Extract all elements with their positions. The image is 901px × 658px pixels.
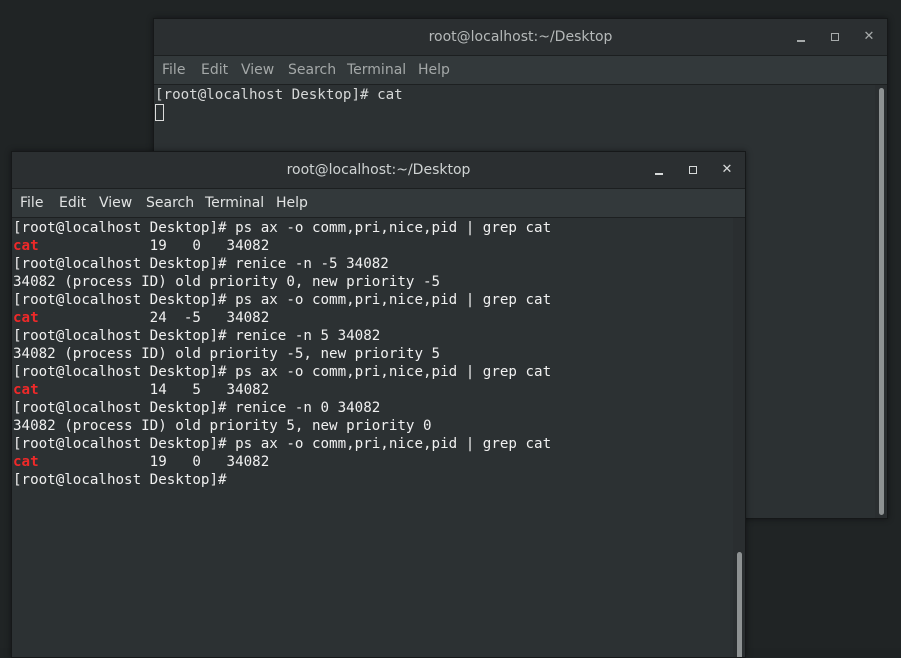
scrollbar-thumb[interactable] — [879, 88, 884, 515]
terminal-line: [root@localhost Desktop]# renice -n 5 34… — [13, 327, 380, 345]
scrollbar-thumb[interactable] — [737, 552, 742, 657]
line-text: [root@localhost Desktop]# — [13, 472, 236, 488]
terminal-line: 34082 (process ID) old priority -5, new … — [13, 345, 440, 363]
title-bar[interactable]: root@localhost:~/Desktop ✕ — [12, 152, 745, 189]
terminal-line: [root@localhost Desktop]# ps ax -o comm,… — [13, 291, 551, 309]
terminal-line: [root@localhost Desktop]# ps ax -o comm,… — [13, 219, 551, 237]
terminal-line: 34082 (process ID) old priority 5, new p… — [13, 417, 432, 435]
terminal-line: [root@localhost Desktop]# renice -n 0 34… — [13, 399, 380, 417]
line-text: [root@localhost Desktop]# renice -n -5 3… — [13, 256, 389, 272]
terminal-line: [root@localhost Desktop]# renice -n -5 3… — [13, 255, 389, 273]
minimize-icon[interactable] — [792, 28, 810, 46]
line-text: 24 -5 34082 — [38, 310, 270, 326]
terminal-line: [root@localhost Desktop]# ps ax -o comm,… — [13, 363, 551, 381]
line-text: 14 5 34082 — [38, 382, 270, 398]
terminal-line: [root@localhost Desktop]# cat — [155, 87, 403, 103]
highlight-match: cat — [13, 238, 39, 254]
close-icon[interactable]: ✕ — [718, 161, 736, 179]
menu-edit[interactable]: Edit — [201, 56, 228, 84]
line-text: [root@localhost Desktop]# ps ax -o comm,… — [13, 220, 552, 236]
menu-view[interactable]: View — [241, 56, 274, 84]
menu-file[interactable]: File — [20, 189, 43, 217]
menu-edit[interactable]: Edit — [59, 189, 86, 217]
line-text: [root@localhost Desktop]# ps ax -o comm,… — [13, 436, 552, 452]
text-cursor — [155, 104, 164, 121]
menu-file[interactable]: File — [162, 56, 185, 84]
terminal-line: 34082 (process ID) old priority 0, new p… — [13, 273, 440, 291]
line-text: 34082 (process ID) old priority 5, new p… — [13, 418, 432, 434]
line-text: [root@localhost Desktop]# renice -n 5 34… — [13, 328, 381, 344]
menu-terminal[interactable]: Terminal — [205, 189, 264, 217]
menu-bar: File Edit View Search Terminal Help — [154, 56, 887, 85]
menu-search[interactable]: Search — [146, 189, 194, 217]
highlight-match: cat — [13, 382, 39, 398]
line-text: [root@localhost Desktop]# renice -n 0 34… — [13, 400, 381, 416]
menu-help[interactable]: Help — [418, 56, 450, 84]
terminal-line: [root@localhost Desktop]# ps ax -o comm,… — [13, 435, 551, 453]
menu-view[interactable]: View — [99, 189, 132, 217]
maximize-icon[interactable] — [684, 161, 702, 179]
line-text: [root@localhost Desktop]# ps ax -o comm,… — [13, 364, 552, 380]
line-text: [root@localhost Desktop]# ps ax -o comm,… — [13, 292, 552, 308]
window-title: root@localhost:~/Desktop — [286, 162, 471, 178]
terminal-line: cat 19 0 34082 — [13, 237, 269, 255]
window-title: root@localhost:~/Desktop — [428, 29, 613, 45]
terminal-window-foreground[interactable]: root@localhost:~/Desktop ✕ File Edit Vie… — [11, 151, 746, 658]
menu-search[interactable]: Search — [288, 56, 336, 84]
line-text: 19 0 34082 — [38, 238, 270, 254]
scrollbar[interactable] — [875, 85, 887, 518]
menu-help[interactable]: Help — [276, 189, 308, 217]
title-bar[interactable]: root@localhost:~/Desktop ✕ — [154, 19, 887, 56]
menu-bar: File Edit View Search Terminal Help — [12, 189, 745, 218]
terminal-line: cat 19 0 34082 — [13, 453, 269, 471]
terminal-output[interactable]: [root@localhost Desktop]# ps ax -o comm,… — [12, 218, 733, 657]
terminal-line: cat 14 5 34082 — [13, 381, 269, 399]
highlight-match: cat — [13, 454, 39, 470]
minimize-icon[interactable] — [650, 161, 668, 179]
close-icon[interactable]: ✕ — [860, 28, 878, 46]
maximize-icon[interactable] — [826, 28, 844, 46]
line-text: 19 0 34082 — [38, 454, 270, 470]
highlight-match: cat — [13, 310, 39, 326]
line-text: 34082 (process ID) old priority 0, new p… — [13, 274, 441, 290]
terminal-line: [root@localhost Desktop]# — [13, 471, 235, 489]
line-text: 34082 (process ID) old priority -5, new … — [13, 346, 441, 362]
scrollbar[interactable] — [733, 218, 745, 657]
terminal-line: cat 24 -5 34082 — [13, 309, 269, 327]
menu-terminal[interactable]: Terminal — [347, 56, 406, 84]
